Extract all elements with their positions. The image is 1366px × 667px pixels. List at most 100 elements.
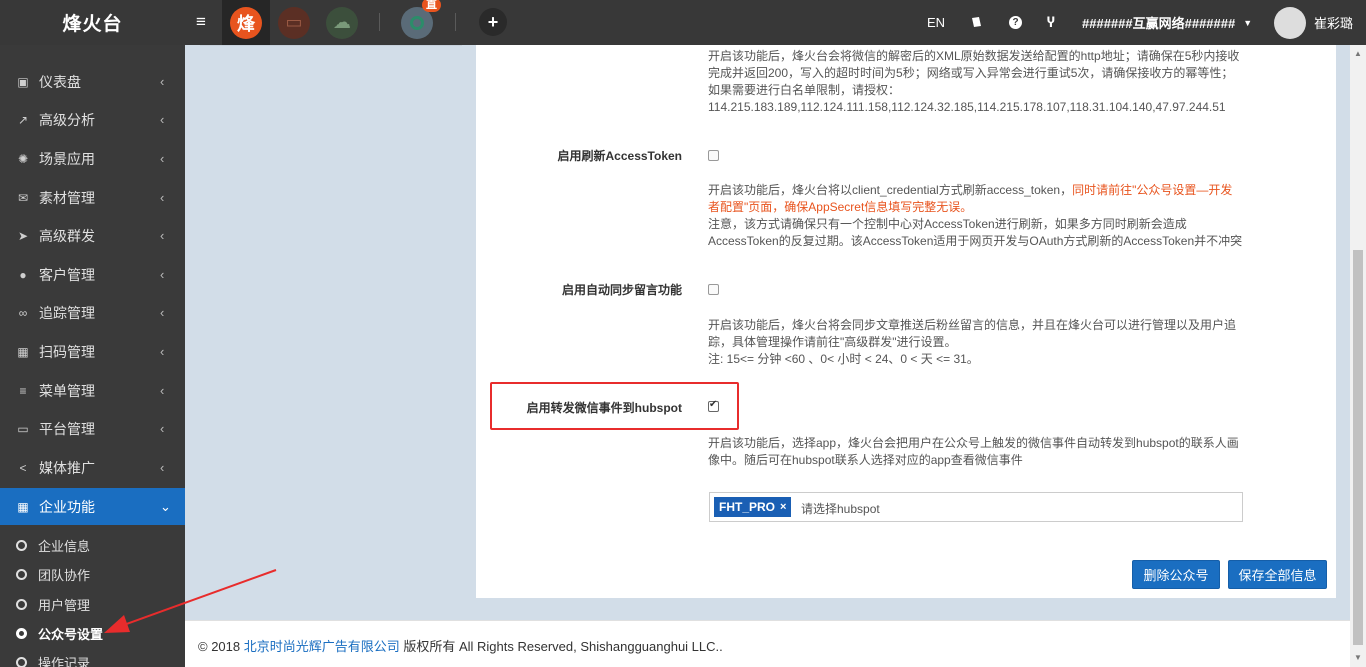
sidebar-subitem-users[interactable]: 用户管理 (0, 590, 185, 619)
help-line: 踪，具体管理操作请前往"高级群发"进行设置。 (708, 335, 957, 349)
circle-icon (16, 628, 27, 639)
hubspot-select[interactable]: FHT_PRO × 请选择hubspot (709, 492, 1243, 522)
sidebar-item-label: 追踪管理 (39, 304, 95, 321)
help-warning: 者配置"页面，确保AppSecret信息填写完整无误。 (708, 200, 973, 214)
sidebar-item-analytics[interactable]: ↗ 高级分析 ‹ (0, 101, 185, 138)
company-selector[interactable]: #######互赢网络####### ▼ (1082, 0, 1252, 45)
help-text: 开启该功能后，烽火台将以client_credential方式刷新access_… (708, 183, 1073, 197)
caret-down-icon: ▼ (1243, 17, 1253, 28)
footer: © 2018 北京时尚光辉广告有限公司 版权所有 All Rights Rese… (185, 620, 1350, 667)
sidebar-item-label: 素材管理 (39, 189, 95, 206)
sidebar-item-enterprise[interactable]: ▦ 企业功能 ⌄ (0, 488, 185, 525)
help-line: AccessToken的反复过期。该AccessToken适用于网页开发与OAu… (708, 234, 1243, 248)
chevron-down-icon: ⌄ (160, 498, 171, 514)
dashboard-icon: ▣ (17, 74, 29, 89)
gear-icon: ✺ (17, 151, 29, 166)
refresh-token-help: 开启该功能后，烽火台将以client_credential方式刷新access_… (708, 182, 1242, 250)
refresh-token-checkbox[interactable] (708, 150, 719, 161)
company-link[interactable]: 北京时尚光辉广告有限公司 (244, 639, 400, 654)
username[interactable]: 崔彩璐 (1314, 0, 1353, 45)
sidebar-subitem-team[interactable]: 团队协作 (0, 560, 185, 589)
add-icon[interactable]: + (479, 8, 507, 36)
sidebar-item-label: 高级分析 (39, 111, 95, 128)
chevron-left-icon: ‹ (160, 228, 165, 243)
sidebar-item-label: 企业功能 (39, 498, 95, 515)
sync-comments-checkbox[interactable] (708, 284, 719, 295)
sidebar-subitem-logs[interactable]: 操作记录 (0, 648, 185, 667)
circle-icon (16, 569, 27, 580)
brand-logo[interactable]: 烽火台 (0, 0, 185, 45)
sidebar-subitem-label: 公众号设置 (38, 627, 104, 642)
sidebar-item-media[interactable]: < 媒体推广 ‹ (0, 449, 185, 486)
sidebar-item-materials[interactable]: ✉ 素材管理 ‹ (0, 179, 185, 216)
chevron-left-icon: ‹ (160, 460, 165, 475)
sidebar-item-label: 菜单管理 (39, 382, 95, 399)
sidebar-subitem-company-info[interactable]: 企业信息 (0, 531, 185, 560)
book-icon[interactable] (970, 0, 983, 45)
scroll-down-icon[interactable]: ▼ (1354, 653, 1362, 662)
app-fenghuotai-icon[interactable]: 烽 (222, 0, 270, 45)
left-panel-edge (200, 45, 462, 46)
scroll-up-icon[interactable]: ▲ (1354, 49, 1362, 58)
app-icon-glyph: 烽 (230, 6, 262, 39)
help-line: 开启该功能后，烽火台会将微信的解密后的XML原始数据发送给配置的http地址；请… (708, 49, 1240, 63)
sidebar-item-tracking[interactable]: ∞ 追踪管理 ‹ (0, 294, 185, 331)
help-line: 注: 15<= 分钟 <60 、0< 小时 < 24、0 < 天 <= 31。 (708, 352, 979, 366)
app-icon-glyph: ☁ (326, 6, 358, 39)
avatar[interactable] (1274, 7, 1306, 39)
branch-icon[interactable]: Ⴤ (1047, 0, 1055, 45)
copyright-suffix: 版权所有 All Rights Reserved, Shishangguangh… (399, 639, 723, 654)
scrollbar-thumb[interactable] (1353, 250, 1363, 645)
copyright: © 2018 北京时尚光辉广告有限公司 版权所有 All Rights Rese… (198, 636, 723, 655)
sidebar-item-dashboard[interactable]: ▣ 仪表盘 ‹ (0, 63, 185, 100)
monitor-icon: ▭ (17, 421, 29, 436)
link-icon: ∞ (18, 305, 28, 320)
app-wechat-icon[interactable]: ☁ (318, 0, 366, 45)
select-placeholder: 请选择hubspot (801, 502, 880, 516)
hamburger-icon[interactable]: ≡ (196, 12, 212, 32)
chevron-left-icon: ‹ (160, 112, 165, 127)
sidebar-item-customers[interactable]: ● 客户管理 ‹ (0, 256, 185, 293)
help-line: 完成并返回200，写入的超时时间为5秒；网络或写入异常会进行重试5次，请确保接收… (708, 66, 1234, 80)
help-icon[interactable]: ? (1009, 0, 1022, 45)
divider (379, 13, 380, 31)
hubspot-checkbox[interactable] (708, 399, 719, 412)
sidebar-item-platform[interactable]: ▭ 平台管理 ‹ (0, 410, 185, 447)
sidebar-subitem-label: 企业信息 (38, 539, 91, 554)
forward-xml-help: 开启该功能后，烽火台会将微信的解密后的XML原始数据发送给配置的http地址；请… (708, 48, 1239, 116)
sidebar-subitem-label: 团队协作 (38, 568, 91, 583)
sync-comments-label: 启用自动同步留言功能 (561, 283, 682, 297)
divider (455, 13, 456, 31)
help-line: 如果需要进行白名单限制，请授权： (708, 83, 901, 97)
sidebar-item-label: 客户管理 (39, 266, 95, 283)
tag-remove-icon[interactable]: × (780, 501, 786, 513)
hubspot-label: 启用转发微信事件到hubspot (526, 401, 682, 415)
sidebar-item-mass-send[interactable]: ➤ 高级群发 ‹ (0, 217, 185, 254)
sidebar-subitem-official-account[interactable]: 公众号设置 (0, 619, 185, 648)
sidebar-item-qrcode[interactable]: ▦ 扫码管理 ‹ (0, 333, 185, 370)
app-screen-icon[interactable]: ▭ (270, 0, 318, 45)
selected-tag: FHT_PRO × (714, 497, 792, 517)
company-name: #######互赢网络####### (1082, 16, 1236, 31)
hubspot-help: 开启该功能后，选择app，烽火台会把用户在公众号上触发的微信事件自动转发到hub… (708, 435, 1239, 469)
circle-icon (16, 599, 27, 610)
app-live-icon[interactable]: 直 (393, 0, 441, 45)
chevron-left-icon: ‹ (160, 305, 165, 320)
sidebar-item-label: 高级群发 (39, 227, 95, 244)
save-all-button[interactable]: 保存全部信息 (1228, 560, 1327, 589)
sidebar-item-label: 场景应用 (39, 150, 95, 167)
help-line: 开启该功能后，选择app，烽火台会把用户在公众号上触发的微信事件自动转发到hub… (708, 436, 1239, 450)
page-scrollbar[interactable]: ▲ ▼ (1350, 45, 1366, 667)
sidebar-item-scenes[interactable]: ✺ 场景应用 ‹ (0, 140, 185, 177)
delete-account-button[interactable]: 删除公众号 (1132, 560, 1220, 589)
chevron-left-icon: ‹ (160, 344, 165, 359)
live-ring-icon (410, 15, 424, 30)
chevron-left-icon: ‹ (160, 74, 165, 89)
language-switch[interactable]: EN (927, 0, 945, 45)
sidebar-subitem-label: 操作记录 (38, 656, 91, 667)
envelope-icon: ✉ (17, 190, 29, 205)
sidebar-item-menus[interactable]: ≡ 菜单管理 ‹ (0, 372, 185, 409)
tag-label: FHT_PRO (719, 500, 776, 514)
sidebar-item-label: 扫码管理 (39, 343, 95, 360)
chevron-left-icon: ‹ (160, 383, 165, 398)
